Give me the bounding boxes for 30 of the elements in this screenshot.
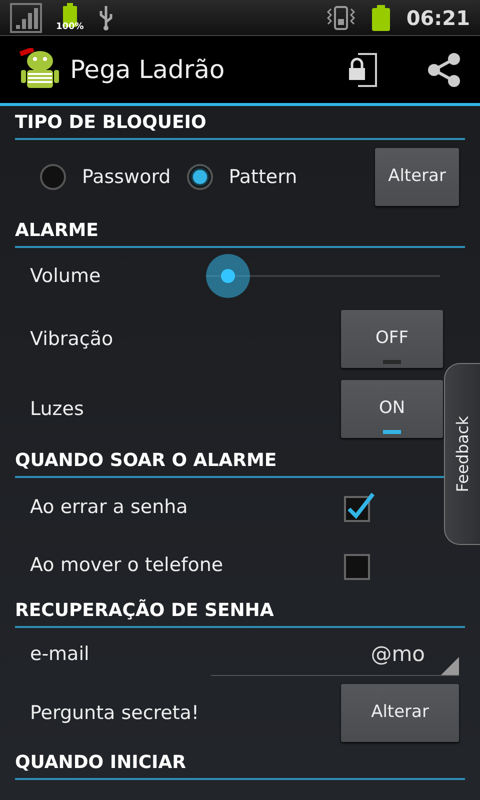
corner-triangle-icon [441,657,459,675]
toggle-button[interactable]: ON [341,380,443,438]
section-header: ALARME [15,214,465,248]
setting-label: Volume [30,264,101,289]
lock-icon[interactable] [348,52,378,86]
usb-icon [98,4,114,30]
setting-label: e-mail [30,642,90,667]
email-field[interactable]: @mo [211,632,459,676]
radio-option[interactable]: Password [40,162,171,192]
radio-option[interactable]: Pattern [186,162,298,192]
share-icon[interactable] [426,52,462,88]
setting-label: Vibração [30,326,114,352]
app-title: Pega Ladrão [70,54,225,86]
setting-label: Ao errar a senha [30,494,188,520]
setting-label: Pergunta secreta! [30,700,200,726]
toggle-button[interactable]: OFF [341,310,443,368]
feedback-tab[interactable]: Feedback [444,363,480,545]
section-header: TIPO DE BLOQUEIO [15,106,465,140]
section-header: RECUPERAÇÃO DE SENHA [15,594,465,628]
setting-label: Ao mover o telefone [30,552,224,578]
clock-time: 06:21 [406,4,470,32]
change-button[interactable]: Alterar [375,148,459,206]
signal-icon [10,2,42,32]
change-button[interactable]: Alterar [341,684,459,742]
setting-label: Luzes [30,396,84,422]
battery-percentage: 100% [56,21,84,34]
checkbox[interactable] [343,491,375,523]
battery-icon [372,4,390,30]
section-header: QUANDO INICIAR [15,746,465,780]
vibrate-icon [326,4,356,30]
